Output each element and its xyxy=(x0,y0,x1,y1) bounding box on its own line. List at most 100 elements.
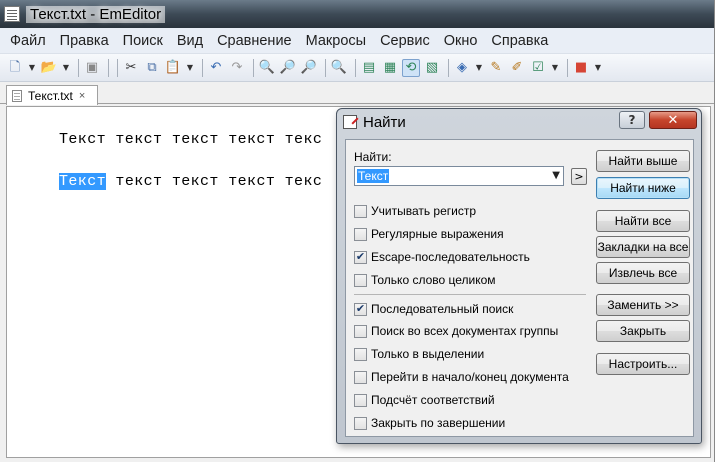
wrap-icon[interactable]: ▤ xyxy=(360,59,378,77)
option-in-selection[interactable]: Только в выделении xyxy=(354,347,484,361)
find-all-button[interactable]: Найти все xyxy=(596,210,690,232)
document-icon xyxy=(12,89,22,102)
option-label: Учитывать регистр xyxy=(371,204,477,218)
outline-icon[interactable]: ▧ xyxy=(423,59,441,77)
menu-edit[interactable]: Правка xyxy=(54,33,115,49)
menu-window[interactable]: Окно xyxy=(438,33,484,49)
close-button[interactable]: Закрыть xyxy=(596,320,690,342)
option-label: Подсчёт соответствий xyxy=(371,393,495,407)
macro-edit-icon[interactable]: ✎ xyxy=(487,59,505,77)
document-tab-label: Текст.txt xyxy=(28,88,73,103)
find-in-files-icon[interactable]: 🔍 xyxy=(330,59,348,77)
option-label: Поиск во всех документах группы xyxy=(371,324,559,338)
help-button[interactable]: ? xyxy=(619,111,645,129)
option-search-all-documents[interactable]: Поиск во всех документах группы xyxy=(354,324,558,338)
checklist-icon[interactable]: ☑ xyxy=(529,59,547,77)
option-label: Закрыть по завершении xyxy=(371,416,506,430)
save-icon[interactable]: ▣ xyxy=(83,59,101,77)
dialog-title-bar[interactable]: Найти xyxy=(337,109,701,135)
options-divider xyxy=(354,294,586,295)
copy-icon[interactable]: ⧉ xyxy=(143,59,161,77)
checkbox[interactable]: ✔ xyxy=(354,302,367,316)
menu-tools[interactable]: Сервис xyxy=(374,33,436,49)
torn-edge-right xyxy=(715,0,727,472)
cut-icon[interactable]: ✂ xyxy=(122,59,140,77)
extract-all-button[interactable]: Извлечь все xyxy=(596,262,690,284)
open-folder-icon[interactable]: 📂 xyxy=(40,59,58,77)
find-prev-icon[interactable]: 🔎 xyxy=(300,59,318,77)
new-file-icon[interactable]: 🗋 xyxy=(6,59,24,77)
menu-macros[interactable]: Макросы xyxy=(300,33,372,49)
stop-dropdown-icon[interactable]: ▼ xyxy=(593,59,603,77)
option-label: Только слово целиком xyxy=(371,273,496,287)
replace-button[interactable]: Заменить >> xyxy=(596,294,690,316)
document-tab[interactable]: Текст.txt × xyxy=(6,85,98,105)
option-regex[interactable]: Регулярные выражения xyxy=(354,227,504,241)
selected-text: Текст xyxy=(59,173,107,190)
customize-button[interactable]: Настроить... xyxy=(596,353,690,375)
redo-icon[interactable]: ↷ xyxy=(228,59,246,77)
option-close-when-done[interactable]: Закрыть по завершении xyxy=(354,416,505,430)
checkbox[interactable] xyxy=(354,227,367,241)
stop-icon[interactable]: ■ xyxy=(572,59,590,77)
document-tab-strip: Текст.txt × xyxy=(0,82,714,105)
editor-line: Текст текст текст текст текс xyxy=(59,173,322,190)
bookmark-all-button[interactable]: Закладки на все xyxy=(596,236,690,258)
find-input-value: Текст xyxy=(357,169,390,183)
title-bar[interactable]: Текст.txt - EmEditor xyxy=(0,0,714,28)
paste-dropdown-icon[interactable]: ▼ xyxy=(185,59,195,77)
checkbox[interactable] xyxy=(354,324,367,338)
option-label: Только в выделении xyxy=(371,347,485,361)
undo-icon[interactable]: ↶ xyxy=(207,59,225,77)
option-label: Escape-последовательность xyxy=(371,250,530,264)
checkbox[interactable] xyxy=(354,393,367,407)
option-label: Перейти в начало/конец документа xyxy=(371,370,569,384)
editor-line-text: текст текст текст текс xyxy=(106,173,323,190)
config-dropdown-icon[interactable]: ▼ xyxy=(474,59,484,77)
find-dialog: Найти ? ✕ Найти: Текст ▼ > Учитывать рег… xyxy=(336,108,702,444)
find-input[interactable]: Текст ▼ xyxy=(354,166,564,186)
toolbar-separator xyxy=(78,58,79,77)
menu-view[interactable]: Вид xyxy=(171,33,209,49)
menu-bar: Файл Правка Поиск Вид Сравнение Макросы … xyxy=(0,28,714,54)
checkbox[interactable] xyxy=(354,370,367,384)
option-wrap-around[interactable]: Перейти в начало/конец документа xyxy=(354,370,569,384)
open-dropdown-icon[interactable]: ▼ xyxy=(61,59,71,77)
find-previous-button[interactable]: Найти выше xyxy=(596,150,690,172)
checklist-dropdown-icon[interactable]: ▼ xyxy=(550,59,560,77)
app-icon xyxy=(4,6,20,22)
dialog-icon xyxy=(343,115,357,129)
macro-tools-icon[interactable]: ✐ xyxy=(508,59,526,77)
option-whole-word[interactable]: Только слово целиком xyxy=(354,273,496,287)
menu-file[interactable]: Файл xyxy=(4,33,52,49)
sync-icon[interactable]: ⟲ xyxy=(402,58,420,77)
checkbox[interactable] xyxy=(354,273,367,287)
chevron-down-icon[interactable]: ▼ xyxy=(552,170,560,181)
checkbox[interactable] xyxy=(354,347,367,361)
checkbox[interactable] xyxy=(354,204,367,218)
new-dropdown-icon[interactable]: ▼ xyxy=(27,59,37,77)
toolbar-separator xyxy=(253,58,254,77)
config-icon[interactable]: ◈ xyxy=(453,59,471,77)
split-icon[interactable]: ▦ xyxy=(381,59,399,77)
option-escape-sequence[interactable]: ✔ Escape-последовательность xyxy=(354,250,530,264)
tab-close-icon[interactable]: × xyxy=(79,90,85,102)
checkbox[interactable] xyxy=(354,416,367,430)
option-incremental-search[interactable]: ✔ Последовательный поиск xyxy=(354,302,513,316)
menu-compare[interactable]: Сравнение xyxy=(211,33,298,49)
editor-line-text: Текст текст текст текст текс xyxy=(59,131,323,148)
find-next-button[interactable]: Найти ниже xyxy=(596,177,690,199)
option-count-matches[interactable]: Подсчёт соответствий xyxy=(354,393,495,407)
option-match-case[interactable]: Учитывать регистр xyxy=(354,204,476,218)
toolbar-separator xyxy=(355,58,356,77)
menu-search[interactable]: Поиск xyxy=(117,33,169,49)
expand-button[interactable]: > xyxy=(571,168,587,185)
menu-help[interactable]: Справка xyxy=(485,33,554,49)
editor-line: Текст текст текст текст текс xyxy=(59,131,322,148)
find-next-icon[interactable]: 🔎 xyxy=(279,59,297,77)
find-label: Найти: xyxy=(354,150,392,164)
dialog-close-button[interactable]: ✕ xyxy=(649,111,697,129)
paste-icon[interactable]: 📋 xyxy=(164,59,182,77)
find-icon[interactable]: 🔍 xyxy=(258,59,276,77)
checkbox[interactable]: ✔ xyxy=(354,250,367,264)
